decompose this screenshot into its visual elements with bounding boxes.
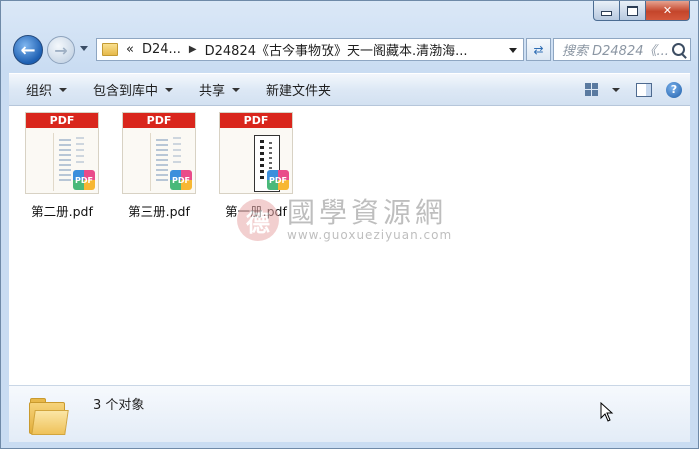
file-item[interactable]: PDF PDF 第三册.pdf	[116, 112, 202, 220]
watermark-site-name: 國學資源網	[287, 196, 448, 229]
navigation-bar: ← → « D24... ▶ D24824《古今事物攷》天一阁藏本.清渤海...…	[9, 35, 691, 65]
include-in-library-label: 包含到库中	[93, 84, 159, 99]
pdf-thumbnail: PDF PDF	[122, 112, 196, 194]
pdf-badge-icon: PDF	[73, 170, 95, 190]
caret-down-icon	[232, 87, 241, 92]
back-button[interactable]: ←	[13, 35, 43, 65]
share-menu[interactable]: 共享	[190, 74, 249, 105]
recent-pages-dropdown-icon[interactable]	[80, 46, 88, 51]
minimize-icon	[601, 11, 612, 16]
file-item[interactable]: PDF PDF 第二册.pdf	[19, 112, 105, 220]
refresh-button[interactable]: ⇄	[526, 38, 551, 61]
preview-pane-icon[interactable]	[636, 82, 652, 97]
explorer-window: ✕ ← → « D24... ▶ D24824《古今事物攷》天一阁藏本.清渤海.…	[0, 0, 699, 449]
watermark: 德 國學資源網 www.guoxueziyuan.com	[237, 198, 452, 242]
view-options-caret-icon[interactable]	[612, 87, 620, 92]
share-label: 共享	[199, 84, 226, 99]
refresh-icon: ⇄	[533, 42, 544, 57]
watermark-url: www.guoxueziyuan.com	[287, 228, 453, 242]
new-folder-button[interactable]: 新建文件夹	[257, 74, 340, 105]
folder-icon	[102, 43, 118, 56]
pdf-thumbnail: PDF PDF	[25, 112, 99, 194]
caret-down-icon	[165, 87, 174, 92]
caption-buttons: ✕	[593, 1, 690, 21]
folder-large-icon	[29, 396, 69, 435]
file-name: 第三册.pdf	[128, 204, 190, 219]
maximize-button[interactable]	[620, 1, 646, 21]
forward-button[interactable]: →	[47, 36, 75, 64]
item-count: 3 个对象	[93, 398, 145, 413]
address-bar[interactable]: « D24... ▶ D24824《古今事物攷》天一阁藏本.清渤海...	[96, 38, 524, 61]
organize-menu[interactable]: 组织	[17, 74, 76, 105]
pdf-header: PDF	[123, 113, 195, 128]
watermark-seal-icon: 德	[237, 199, 279, 241]
maximize-icon	[627, 5, 638, 16]
address-dropdown-icon[interactable]	[509, 48, 517, 53]
toolbar-right: ?	[585, 74, 690, 105]
search-placeholder: 搜索 D24824《...	[562, 44, 669, 59]
help-icon[interactable]: ?	[666, 81, 682, 98]
close-icon: ✕	[662, 4, 673, 17]
back-arrow-icon: ←	[20, 39, 36, 61]
file-list-pane[interactable]: PDF PDF 第二册.pdf PDF PDF 第三册.pdf PDF PDF …	[9, 106, 690, 385]
search-input[interactable]: 搜索 D24824《...	[553, 38, 691, 61]
new-folder-label: 新建文件夹	[266, 84, 332, 99]
details-pane: 3 个对象	[9, 385, 690, 442]
change-view-icon[interactable]	[585, 83, 598, 96]
pdf-header: PDF	[220, 113, 292, 128]
pdf-badge-icon: PDF	[170, 170, 192, 190]
command-bar: 组织 包含到库中 共享 新建文件夹 ?	[9, 73, 690, 106]
forward-arrow-icon: →	[54, 40, 68, 60]
search-icon	[672, 43, 685, 56]
close-button[interactable]: ✕	[646, 1, 690, 21]
file-name: 第二册.pdf	[31, 204, 93, 219]
organize-label: 组织	[26, 84, 53, 99]
breadcrumb-chevron-icon[interactable]: ▶	[189, 44, 197, 55]
pdf-thumbnail: PDF PDF	[219, 112, 293, 194]
minimize-button[interactable]	[593, 1, 620, 21]
pdf-header: PDF	[26, 113, 98, 128]
breadcrumb-overflow-icon[interactable]: «	[126, 42, 134, 57]
pdf-badge-icon: PDF	[267, 170, 289, 190]
breadcrumb-item-current[interactable]: D24824《古今事物攷》天一阁藏本.清渤海...	[205, 40, 468, 59]
caret-down-icon	[59, 87, 68, 92]
include-in-library-menu[interactable]: 包含到库中	[84, 74, 182, 105]
breadcrumb-item-parent[interactable]: D24...	[142, 42, 181, 57]
